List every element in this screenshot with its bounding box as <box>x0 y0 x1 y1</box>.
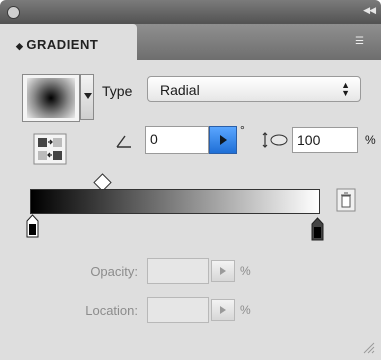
gradient-stop-end[interactable] <box>311 217 324 241</box>
panel-menu-icon[interactable]: ☰ <box>355 36 367 47</box>
close-icon[interactable] <box>7 6 20 19</box>
play-icon <box>220 306 226 314</box>
resize-grip-icon[interactable] <box>361 340 375 354</box>
opacity-input[interactable] <box>147 258 209 284</box>
location-dropdown-button[interactable] <box>211 299 235 321</box>
gradient-preview <box>27 78 75 118</box>
type-select-value: Radial <box>160 82 200 98</box>
play-icon <box>220 135 227 145</box>
chevron-down-icon <box>84 93 92 99</box>
type-select[interactable]: Radial ▲ ▼ <box>147 76 361 102</box>
tab-gradient[interactable]: ◆ GRADIENT <box>0 24 137 62</box>
panel-titlebar[interactable]: ◀◀ <box>0 0 381 24</box>
gradient-swatch-menu-button[interactable] <box>80 74 94 120</box>
opacity-dropdown-button[interactable] <box>211 260 235 282</box>
gradient-swatch[interactable] <box>22 74 80 122</box>
delete-stop-icon[interactable] <box>336 188 356 212</box>
gradient-panel: ◀◀ ◆ GRADIENT ☰ Type Radial ▲ ▼ 0 ° 100 % <box>0 0 381 360</box>
angle-input[interactable]: 0 <box>145 126 209 154</box>
location-unit: % <box>240 303 251 317</box>
tab-diamond-icon: ◆ <box>16 41 27 51</box>
opacity-unit: % <box>240 264 251 278</box>
gradient-ramp[interactable] <box>30 189 320 214</box>
location-input[interactable] <box>147 297 209 323</box>
collapse-icon[interactable]: ◀◀ <box>363 5 376 16</box>
angle-icon <box>116 135 131 148</box>
aspect-ratio-unit: % <box>365 133 376 147</box>
updown-icon: ▲ ▼ <box>341 80 350 98</box>
aspect-ratio-input[interactable]: 100 <box>292 127 358 153</box>
location-label: Location: <box>85 303 138 318</box>
angle-dropdown-button[interactable] <box>209 126 237 154</box>
tab-gradient-label: GRADIENT <box>26 37 99 52</box>
degree-unit: ° <box>240 123 245 137</box>
reverse-gradient-icon[interactable] <box>33 133 67 165</box>
aspect-ratio-icon <box>262 132 288 148</box>
type-label: Type <box>102 83 133 99</box>
gradient-stop-start[interactable] <box>26 214 39 238</box>
opacity-label: Opacity: <box>90 264 138 279</box>
play-icon <box>220 267 226 275</box>
